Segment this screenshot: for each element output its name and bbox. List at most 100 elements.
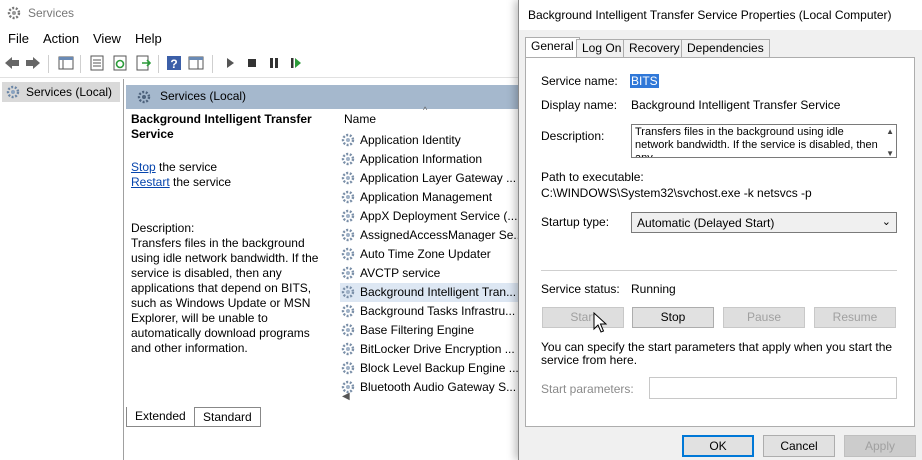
table-row[interactable]: Application Information [340,150,530,169]
restart-service-icon[interactable] [288,55,304,71]
menu-help[interactable]: Help [135,31,162,46]
help-icon[interactable]: ? [166,55,182,71]
horizontal-scrollbar[interactable]: ◀ [336,390,530,406]
table-row[interactable]: BitLocker Drive Encryption ... [340,340,530,359]
menu-action[interactable]: Action [43,31,79,46]
menu-view[interactable]: View [93,31,121,46]
cancel-button[interactable]: Cancel [763,435,835,457]
restart-service-link[interactable]: Restart [131,175,170,189]
service-gear-icon [341,190,355,204]
pause-service-icon[interactable] [266,55,282,71]
refresh-icon[interactable] [112,55,128,71]
stop-service-icon[interactable] [244,55,260,71]
service-gear-icon [341,285,355,299]
description-label: Description: [131,221,195,235]
description-value: Transfers files in the background using … [635,126,878,158]
start-service-icon[interactable] [222,55,238,71]
restart-suffix: the service [169,175,232,189]
service-gear-icon [341,323,355,337]
console-tree: Services (Local) [0,79,124,460]
service-name-value[interactable]: BITS [630,74,659,88]
service-name: Application Layer Gateway ... [360,171,517,185]
gear-icon [7,6,21,20]
start-button[interactable]: Start [542,307,624,328]
service-name: Background Tasks Infrastru... [360,304,516,318]
scroll-up-icon[interactable]: ▲ [886,125,894,138]
pane-header: Services (Local) [126,85,530,109]
stop-service-link[interactable]: Stop [131,160,156,174]
service-gear-icon [341,342,355,356]
startup-type-label: Startup type: [541,215,610,229]
dialog-titlebar: Background Intelligent Transfer Service … [519,0,922,30]
service-name: AppX Deployment Service (... [360,209,518,223]
tab-standard[interactable]: Standard [194,407,261,427]
tab-dependencies[interactable]: Dependencies [681,39,770,57]
restart-service-row: Restart the service [131,175,231,189]
column-name-label: Name [344,112,377,126]
selected-service-title: Background Intelligent Transfer Service [131,112,312,141]
table-row[interactable]: AssignedAccessManager Se... [340,226,530,245]
table-row[interactable]: Background Intelligent Tran... [340,283,530,302]
service-name: AssignedAccessManager Se... [360,228,524,242]
description-label: Description: [541,129,605,143]
resume-button[interactable]: Resume [814,307,896,328]
service-gear-icon [341,361,355,375]
service-name: Background Intelligent Tran... [360,285,517,299]
tab-extended[interactable]: Extended [126,407,195,427]
properties-icon[interactable] [89,55,105,71]
table-row[interactable]: Application Management [340,188,530,207]
ok-button[interactable]: OK [682,435,754,457]
export-list-icon[interactable] [135,55,151,71]
path-value[interactable]: C:\WINDOWS\System32\svchost.exe -k netsv… [541,186,812,200]
service-name: Block Level Backup Engine ... [360,361,519,375]
tab-log-on[interactable]: Log On [576,39,628,57]
scroll-down-icon[interactable]: ▼ [886,147,894,157]
service-status-value: Running [631,282,676,296]
table-row[interactable]: Application Layer Gateway ... [340,169,530,188]
tree-node-services-local[interactable]: Services (Local) [2,82,120,102]
tab-general[interactable]: General [525,37,580,58]
forward-arrow-icon[interactable] [25,55,41,71]
dialog-tabs: General Log On Recovery Dependencies [525,37,915,58]
back-arrow-icon[interactable] [4,55,20,71]
service-name: Application Management [360,190,493,204]
table-row[interactable]: Base Filtering Engine [340,321,530,340]
gear-icon [6,85,20,99]
display-name-label: Display name: [541,98,618,112]
tab-recovery[interactable]: Recovery [623,39,686,57]
menu-bar: File Action View Help [0,28,530,50]
console-tree-icon[interactable] [58,55,74,71]
service-name: AVCTP service [360,266,441,280]
table-row[interactable]: AVCTP service [340,264,530,283]
tree-node-label: Services (Local) [26,85,113,99]
scroll-left-icon[interactable]: ◀ [342,391,350,402]
show-hide-pane-icon[interactable] [188,55,204,71]
menu-file[interactable]: File [8,31,29,46]
table-row[interactable]: Auto Time Zone Updater [340,245,530,264]
table-row[interactable]: Background Tasks Infrastru... [340,302,530,321]
table-row[interactable]: Application Identity [340,131,530,150]
description-textbox[interactable]: Transfers files in the background using … [631,124,897,158]
table-row[interactable]: AppX Deployment Service (... [340,207,530,226]
service-gear-icon [341,152,355,166]
service-gear-icon [341,247,355,261]
description-pane: Background Intelligent Transfer Service … [126,109,326,405]
stop-suffix: the service [155,160,218,174]
service-gear-icon [341,228,355,242]
service-status-label: Service status: [541,282,620,296]
services-titlebar: Services [0,0,530,26]
column-header-name[interactable]: ^ Name [336,105,530,129]
display-name-value[interactable]: Background Intelligent Transfer Service [631,98,840,112]
view-tabs: Extended Standard [126,407,530,429]
service-name-label: Service name: [541,74,618,88]
startup-type-select[interactable]: Automatic (Delayed Start) ⌄ [631,212,897,233]
service-gear-icon [341,209,355,223]
stop-button[interactable]: Stop [632,307,714,328]
description-text: Transfers files in the background using … [131,236,319,355]
mouse-cursor-icon [593,312,607,333]
gear-icon [137,90,151,104]
table-row[interactable]: Block Level Backup Engine ... [340,359,530,378]
start-parameters-input[interactable] [649,377,897,399]
apply-button[interactable]: Apply [844,435,916,457]
pause-button[interactable]: Pause [723,307,805,328]
